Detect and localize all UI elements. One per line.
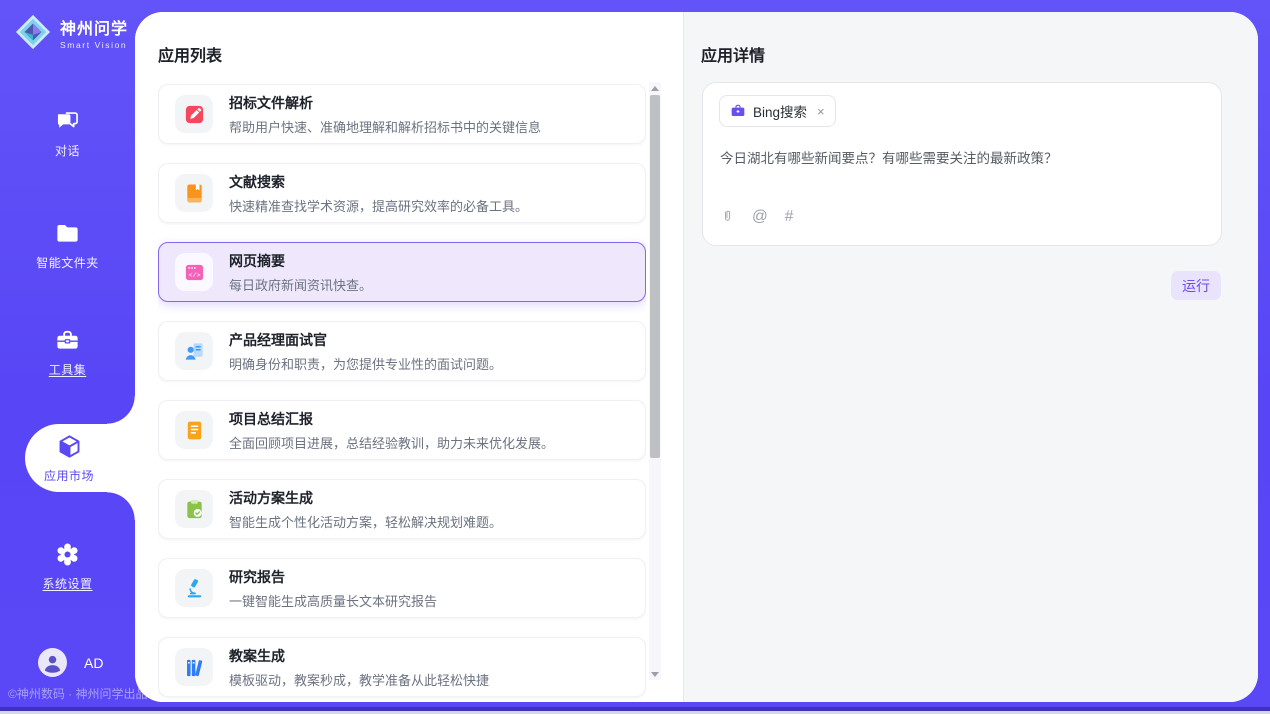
sidebar-item-chat[interactable]: 对话	[0, 108, 135, 159]
app-list-title: 应用列表	[158, 42, 222, 66]
app-name: 教案生成	[229, 646, 489, 666]
gear-icon	[54, 541, 81, 568]
app-desc: 全面回顾项目进展，总结经验教训，助力未来优化发展。	[229, 433, 554, 452]
app-card-literature-search[interactable]: 文献搜索 快速精准查找学术资源，提高研究效率的必备工具。	[158, 163, 646, 223]
app-desc: 一键智能生成高质量长文本研究报告	[229, 591, 437, 610]
brand-logo: 神州问学 Smart Vision	[14, 13, 128, 51]
toolbox-icon	[54, 327, 81, 354]
app-list: 招标文件解析 帮助用户快速、准确地理解和解析招标书中的关键信息 文献搜索 快速精…	[158, 84, 646, 702]
app-name: 文献搜索	[229, 172, 528, 192]
chip-close-icon[interactable]: ×	[817, 104, 825, 119]
app-desc: 智能生成个性化活动方案，轻松解决规划难题。	[229, 512, 502, 531]
sidebar-item-label: 应用市场	[44, 467, 94, 484]
app-card-web-summary[interactable]: </> 网页摘要 每日政府新闻资讯快查。	[158, 242, 646, 302]
sidebar-item-label: 系统设置	[42, 575, 92, 592]
app-name: 项目总结汇报	[229, 409, 554, 429]
app-desc: 每日政府新闻资讯快查。	[229, 275, 372, 294]
app-card-lesson-plan[interactable]: 教案生成 模板驱动，教案秒成，教学准备从此轻松快捷	[158, 637, 646, 697]
sidebar-item-toolset[interactable]: 工具集	[0, 327, 135, 378]
book-icon	[175, 174, 213, 212]
app-desc: 模板驱动，教案秒成，教学准备从此轻松快捷	[229, 670, 489, 689]
sidebar-item-label: 工具集	[49, 361, 87, 378]
sidebar: 神州问学 Smart Vision 对话 智能文件夹 工具	[0, 0, 135, 714]
app-name: 网页摘要	[229, 251, 372, 271]
sidebar-item-smart-folder[interactable]: 智能文件夹	[0, 220, 135, 271]
sidebar-item-settings[interactable]: 系统设置	[0, 541, 135, 592]
user-initials: AD	[84, 655, 103, 671]
run-button[interactable]: 运行	[1171, 271, 1221, 300]
diamond-logo-icon	[14, 13, 52, 51]
paperclip-icon[interactable]	[720, 208, 735, 225]
sidebar-item-label: 对话	[55, 142, 80, 159]
app-name: 活动方案生成	[229, 488, 502, 508]
app-detail-title: 应用详情	[701, 42, 765, 66]
brand-name: 神州问学	[60, 15, 128, 39]
hash-icon[interactable]: #	[785, 209, 794, 225]
chat-icon	[54, 108, 81, 135]
edit-document-icon	[175, 95, 213, 133]
main-content: 应用列表 招标文件解析 帮助用户快速、准确地理解和解析招标书中的关键信息	[135, 12, 1258, 702]
scrollbar-down-arrow-icon[interactable]	[649, 668, 661, 680]
tool-chip-bing-search[interactable]: Bing搜索 ×	[719, 95, 836, 127]
app-name: 研究报告	[229, 567, 437, 587]
composer-card: Bing搜索 × 今日湖北有哪些新闻要点？有哪些需要关注的最新政策？ @ #	[702, 82, 1222, 246]
copyright-text: ©神州数码 · 神州问学出品	[8, 685, 148, 702]
cube-icon	[56, 433, 83, 460]
interviewer-icon	[175, 332, 213, 370]
mention-icon[interactable]: @	[752, 209, 768, 225]
app-name: 招标文件解析	[229, 93, 541, 113]
app-card-research-report[interactable]: 研究报告 一键智能生成高质量长文本研究报告	[158, 558, 646, 618]
folder-icon	[54, 220, 81, 247]
app-desc: 帮助用户快速、准确地理解和解析招标书中的关键信息	[229, 117, 541, 136]
report-document-icon	[175, 411, 213, 449]
app-window: 神州问学 Smart Vision 对话 智能文件夹 工具	[0, 0, 1270, 714]
app-card-event-plan[interactable]: 活动方案生成 智能生成个性化活动方案，轻松解决规划难题。	[158, 479, 646, 539]
composer-toolbar: @ #	[720, 208, 793, 225]
microscope-icon	[175, 569, 213, 607]
list-scrollbar[interactable]	[649, 82, 661, 680]
app-desc: 明确身份和职责，为您提供专业性的面试问题。	[229, 354, 502, 373]
browser-code-icon: </>	[175, 253, 213, 291]
app-card-bid-parsing[interactable]: 招标文件解析 帮助用户快速、准确地理解和解析招标书中的关键信息	[158, 84, 646, 144]
user-avatar-icon	[38, 648, 67, 677]
tool-chip-label: Bing搜索	[753, 101, 807, 121]
briefcase-icon	[730, 103, 746, 119]
app-list-panel: 应用列表 招标文件解析 帮助用户快速、准确地理解和解析招标书中的关键信息	[135, 12, 683, 702]
app-card-project-summary[interactable]: 项目总结汇报 全面回顾项目进展，总结经验教训，助力未来优化发展。	[158, 400, 646, 460]
brand-subtitle: Smart Vision	[60, 40, 128, 50]
query-input[interactable]: 今日湖北有哪些新闻要点？有哪些需要关注的最新政策？	[720, 149, 1201, 169]
sidebar-item-label: 智能文件夹	[36, 254, 99, 271]
user-account[interactable]: AD	[38, 648, 103, 677]
app-card-pm-interviewer[interactable]: 产品经理面试官 明确身份和职责，为您提供专业性的面试问题。	[158, 321, 646, 381]
app-desc: 快速精准查找学术资源，提高研究效率的必备工具。	[229, 196, 528, 215]
app-detail-panel: 应用详情 Bing搜索 × 今日湖北有哪些新闻要点？有哪些需要关注的最新政策？	[683, 12, 1258, 702]
svg-text:</>: </>	[188, 272, 200, 280]
clipboard-check-icon	[175, 490, 213, 528]
sidebar-item-app-market[interactable]: 应用市场	[25, 424, 135, 492]
scrollbar-thumb[interactable]	[650, 95, 660, 458]
books-icon	[175, 648, 213, 686]
scrollbar-up-arrow-icon[interactable]	[649, 82, 661, 94]
app-name: 产品经理面试官	[229, 330, 502, 350]
